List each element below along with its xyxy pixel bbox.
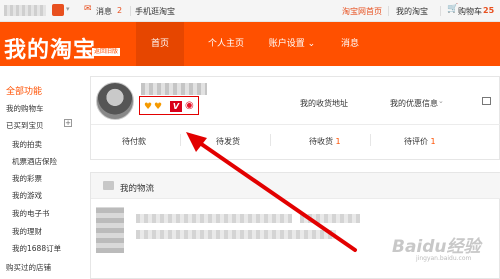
- annotation-highlight-box: [139, 96, 199, 115]
- cart-icon[interactable]: 🛒: [447, 4, 458, 14]
- product-thumbnail-blurred[interactable]: [96, 207, 124, 253]
- logistics-text-blurred: [136, 214, 292, 223]
- divider: [180, 134, 181, 146]
- messages-count: 2: [117, 6, 123, 15]
- coupon-link[interactable]: 我的优惠信息: [390, 98, 438, 109]
- chevron-down-icon: ⌄: [307, 39, 316, 49]
- order-label: 待付款: [122, 137, 146, 146]
- card-icon[interactable]: [482, 97, 491, 105]
- expand-toggle-icon[interactable]: +: [64, 119, 72, 127]
- sidebar-item-lottery[interactable]: 我的彩票: [12, 173, 42, 184]
- sidebar-item-finance[interactable]: 我的理财: [12, 226, 42, 237]
- logistics-title[interactable]: 我的物流: [120, 182, 154, 194]
- order-count: 1: [430, 137, 436, 146]
- nav-messages[interactable]: 消息: [330, 22, 370, 66]
- nav-profile[interactable]: 个人主页: [198, 22, 254, 66]
- username-blurred[interactable]: [4, 5, 46, 16]
- taobao-home-link[interactable]: 淘宝网首页: [342, 6, 382, 17]
- divider: [370, 134, 371, 146]
- header-bar: 我的淘宝 返回旧版 首页 个人主页 账户设置 ⌄ 消息: [0, 22, 500, 66]
- cart-link[interactable]: 购物车: [458, 6, 482, 17]
- mail-icon: ✉: [84, 4, 92, 14]
- sidebar-item-purchased[interactable]: 已买到宝贝: [6, 120, 44, 131]
- my-taobao-link[interactable]: 我的淘宝: [396, 6, 428, 17]
- username-blurred[interactable]: [141, 83, 207, 95]
- messages-link[interactable]: 消息: [96, 6, 112, 17]
- order-count: 1: [335, 137, 341, 146]
- logistics-text-blurred: [300, 214, 360, 223]
- watermark-subtext: jingyan.baidu.com: [416, 255, 472, 262]
- avatar[interactable]: [96, 82, 134, 120]
- order-pending-review[interactable]: 待评价 1: [404, 136, 436, 147]
- truck-icon: [103, 181, 114, 190]
- order-label: 待收货: [309, 137, 333, 146]
- logistics-text-blurred: [136, 230, 336, 239]
- old-version-link[interactable]: 返回旧版: [92, 48, 121, 56]
- nav-settings[interactable]: 账户设置 ⌄: [264, 22, 320, 66]
- divider: [91, 124, 500, 125]
- page-title[interactable]: 我的淘宝: [4, 32, 96, 64]
- address-link[interactable]: 我的收货地址: [300, 98, 348, 109]
- sidebar-item-games[interactable]: 我的游戏: [12, 190, 42, 201]
- sidebar-item-travel[interactable]: 机票酒店保险: [12, 156, 57, 167]
- cart-count: 25: [483, 6, 495, 15]
- order-label: 待发货: [216, 137, 240, 146]
- order-pending-shipment[interactable]: 待发货: [216, 136, 240, 147]
- sidebar-item-1688[interactable]: 我的1688订单: [12, 243, 61, 254]
- chevron-down-icon[interactable]: ▾: [66, 5, 70, 13]
- divider: [440, 6, 441, 16]
- mobile-link[interactable]: 手机逛淘宝: [135, 6, 175, 17]
- sidebar-item-cart[interactable]: 我的购物车: [6, 103, 44, 114]
- nav-home[interactable]: 首页: [136, 22, 184, 66]
- chevron-down-icon[interactable]: ⌄: [438, 97, 444, 105]
- sidebar-title[interactable]: 全部功能: [6, 84, 42, 97]
- watermark-text: Baidu经验: [392, 237, 481, 257]
- sidebar-item-auction[interactable]: 我的拍卖: [12, 139, 42, 150]
- order-label: 待评价: [404, 137, 428, 146]
- divider: [270, 134, 271, 146]
- divider: [388, 6, 389, 16]
- divider: [130, 6, 131, 16]
- sidebar-item-shops[interactable]: 购买过的店铺: [6, 262, 51, 273]
- top-bar: ▾ ✉ 消息 2 手机逛淘宝 淘宝网首页 我的淘宝 🛒 购物车 25: [0, 0, 500, 22]
- order-pending-payment[interactable]: 待付款: [122, 136, 146, 147]
- order-pending-receipt[interactable]: 待收货 1: [309, 136, 341, 147]
- sidebar-item-ebooks[interactable]: 我的电子书: [12, 208, 50, 219]
- nav-settings-label: 账户设置: [268, 39, 305, 49]
- vip-badge-icon[interactable]: [52, 4, 64, 16]
